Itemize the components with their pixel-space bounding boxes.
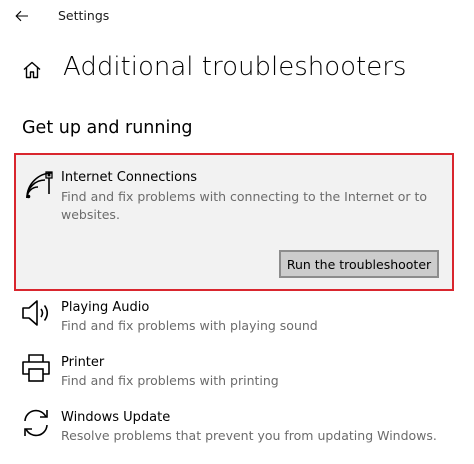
troubleshooter-title: Windows Update <box>61 410 171 425</box>
troubleshooter-item-playing-audio[interactable]: Playing Audio Find and fix problems with… <box>14 294 454 342</box>
network-icon <box>26 171 53 199</box>
printer-icon <box>22 354 50 382</box>
speaker-icon <box>22 300 49 326</box>
troubleshooter-description: Find and fix problems with connecting to… <box>61 189 428 222</box>
troubleshooter-description: Resolve problems that prevent you from u… <box>61 428 437 443</box>
page-title: Additional troubleshooters <box>63 52 407 82</box>
home-icon[interactable] <box>22 60 42 80</box>
troubleshooter-title: Playing Audio <box>61 300 150 315</box>
troubleshooter-item-printer[interactable]: Printer Find and fix problems with print… <box>14 349 454 397</box>
troubleshooter-item-internet-connections[interactable]: Internet Connections Find and fix proble… <box>14 153 454 291</box>
run-troubleshooter-button[interactable]: Run the troubleshooter <box>279 250 439 278</box>
troubleshooter-title: Internet Connections <box>61 170 198 185</box>
section-heading: Get up and running <box>22 118 193 138</box>
troubleshooter-description: Find and fix problems with playing sound <box>61 318 318 333</box>
troubleshooter-item-windows-update[interactable]: Windows Update Resolve problems that pre… <box>14 404 454 452</box>
back-arrow-icon <box>15 10 28 22</box>
troubleshooter-description: Find and fix problems with printing <box>61 373 279 388</box>
back-button[interactable] <box>10 4 34 28</box>
title-bar: Settings <box>0 0 474 32</box>
troubleshooter-title: Printer <box>61 355 105 370</box>
sync-icon <box>24 409 48 437</box>
window-title: Settings <box>58 8 110 23</box>
